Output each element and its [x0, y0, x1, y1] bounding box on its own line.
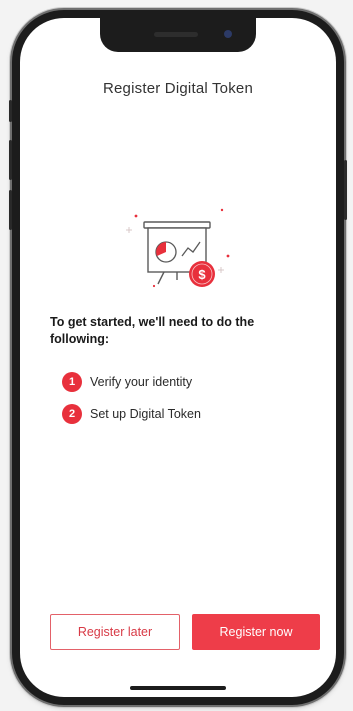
- step-item: 2 Set up Digital Token: [62, 404, 201, 424]
- presentation-board-dollar-icon: $: [124, 200, 234, 300]
- page-title: Register Digital Token: [102, 80, 254, 97]
- mute-switch: [9, 100, 12, 122]
- speaker-grille: [154, 32, 198, 37]
- step-label: Set up Digital Token: [90, 407, 201, 421]
- home-indicator[interactable]: [130, 686, 226, 690]
- intro-text: To get started, we'll need to do the fol…: [50, 315, 255, 346]
- device-mockup: Register Digital Token $ To get started,…: [0, 0, 353, 711]
- volume-up-button: [9, 140, 12, 180]
- phone-notch: [100, 18, 256, 52]
- power-button: [344, 160, 347, 220]
- app-screen: Register Digital Token $ To get started,…: [20, 18, 336, 697]
- register-later-button[interactable]: Register later: [50, 614, 180, 650]
- step-number-badge: 2: [62, 404, 82, 424]
- volume-down-button: [9, 190, 12, 230]
- step-label: Verify your identity: [90, 375, 193, 389]
- front-camera-icon: [224, 30, 232, 38]
- svg-text:$: $: [198, 267, 206, 282]
- register-now-button[interactable]: Register now: [192, 614, 320, 650]
- step-number-badge: 1: [62, 372, 82, 392]
- step-item: 1 Verify your identity: [62, 372, 192, 392]
